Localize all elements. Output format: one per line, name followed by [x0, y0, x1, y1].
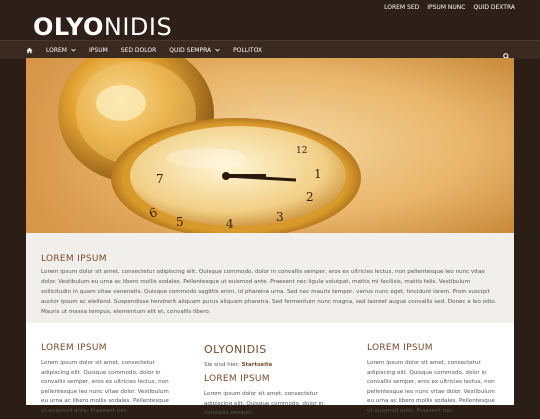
svg-text:7: 7	[156, 172, 164, 186]
toplink-ipsum-nunc[interactable]: IPSUM NUNC	[427, 4, 465, 11]
toplink-quid-dextra[interactable]: QUID DEXTRA	[473, 4, 515, 11]
svg-text:1: 1	[314, 167, 322, 181]
nav-item-lorem[interactable]: LOREM	[46, 47, 76, 54]
nav-item-quid-sempra[interactable]: QUID SEMPRA	[169, 47, 220, 54]
nav-item-pollitox[interactable]: POLLITOX	[233, 47, 262, 54]
svg-text:4: 4	[226, 217, 234, 231]
right-column-heading: LOREM IPSUM	[367, 343, 433, 353]
nav-item-label: LOREM	[46, 46, 67, 54]
svg-text:3: 3	[276, 210, 284, 224]
svg-text:2: 2	[306, 190, 314, 204]
intro-heading: LOREM IPSUM	[41, 254, 107, 264]
nav-item-sed-dolor[interactable]: SED DOLOR	[121, 47, 157, 54]
svg-text:12: 12	[296, 146, 307, 156]
left-column-heading: LOREM IPSUM	[41, 343, 107, 353]
svg-text:5: 5	[176, 215, 184, 229]
home-icon[interactable]	[26, 47, 33, 54]
nav-item-label: QUID SEMPRA	[169, 46, 212, 54]
top-links: LOREM SED IPSUM NUNC QUID DEXTRA	[384, 4, 515, 11]
nav-item-label: POLLITOX	[233, 46, 263, 54]
breadcrumb-prefix: Sie sind hier:	[204, 362, 240, 368]
logo-light-text: NIDIS	[103, 13, 173, 41]
site-logo[interactable]: OLYONIDIS	[33, 13, 172, 41]
nav-item-ipsum[interactable]: IPSUM	[89, 47, 108, 54]
right-column-text: Lorem ipsum dolor sit amet, consectetur …	[367, 360, 495, 414]
nav-item-label: IPSUM	[89, 46, 108, 54]
left-column: LOREM IPSUM Lorem ipsum dolor sit amet, …	[41, 343, 171, 417]
main-navigation: LOREM IPSUM SED DOLOR QUID SEMPRA POLLIT…	[0, 40, 540, 60]
site-header: OLYONIDIS LOREM SED IPSUM NUNC QUID DEXT…	[0, 0, 540, 41]
breadcrumb: Sie sind hier: Startseite	[204, 362, 344, 368]
center-column-heading: LOREM IPSUM	[204, 374, 270, 384]
intro-text: Lorem ipsum dolor sit amet, consectetur …	[41, 269, 497, 315]
intro-section: LOREM IPSUM Lorem ipsum dolor sit amet, …	[26, 233, 514, 323]
center-column: OLYONIDIS Sie sind hier: Startseite LORE…	[204, 343, 344, 419]
chevron-down-icon	[71, 47, 76, 54]
content-columns: LOREM IPSUM Lorem ipsum dolor sit amet, …	[26, 323, 514, 416]
hero-image-pocket-watch: 6 5 4 3 2 1 12 7	[26, 58, 514, 233]
chevron-down-icon	[215, 47, 220, 54]
left-column-text: Lorem ipsum dolor sit amet, consectetur …	[41, 360, 169, 414]
breadcrumb-home-link[interactable]: Startseite	[241, 362, 272, 368]
logo-bold-text: OLYO	[33, 13, 104, 41]
page-title: OLYONIDIS	[204, 343, 267, 356]
nav-item-label: SED DOLOR	[120, 46, 157, 54]
toplink-lorem-sed[interactable]: LOREM SED	[384, 4, 419, 11]
center-column-text: Lorem ipsum dolor sit amet, consectetur …	[204, 391, 324, 417]
right-column: LOREM IPSUM Lorem ipsum dolor sit amet, …	[367, 343, 501, 417]
